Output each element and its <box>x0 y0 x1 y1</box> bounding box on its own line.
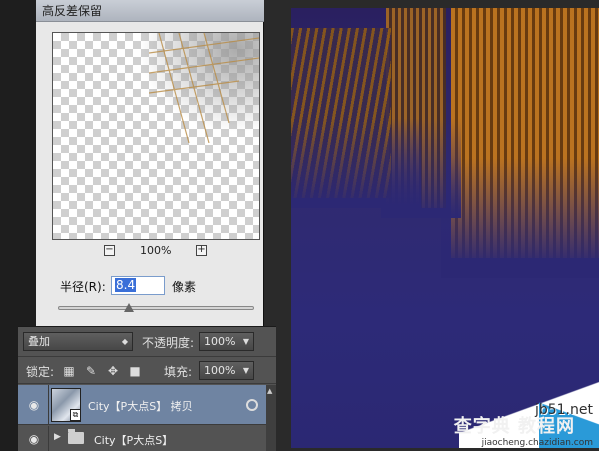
zoom-value: 100% <box>140 244 172 257</box>
eye-icon[interactable]: ◉ <box>26 431 42 447</box>
layers-panel: 叠加 ◆ 不透明度: 100% ▼ 锁定: ▦ ✎ ✥ ■ 填充: 100% ▼… <box>18 326 276 451</box>
layer-thumbnail: ⧉ <box>51 388 81 422</box>
blend-mode-value: 叠加 <box>28 335 50 348</box>
layer-name[interactable]: City【P大点S】 拷贝 <box>88 398 193 414</box>
lock-transparent-pixels-icon[interactable]: ▦ <box>62 364 76 378</box>
expand-arrow-icon[interactable]: ▶ <box>54 432 61 442</box>
opacity-field[interactable]: 100% ▼ <box>199 332 254 351</box>
photoshop-workspace: 高反差保留 − 100% + 半径(R): 8.4 像素 叠加 ◆ 不透明度: … <box>0 0 599 451</box>
divider <box>48 385 49 424</box>
zoom-in-button[interactable]: + <box>196 245 207 256</box>
folder-icon <box>68 429 84 444</box>
layer-group-row[interactable]: ◉ ▶ City【P大点S】 <box>18 426 266 451</box>
radius-label: 半径(R): <box>60 280 106 294</box>
dialog-title: 高反差保留 <box>42 4 103 18</box>
layers-scrollbar[interactable]: ▲ <box>266 385 276 451</box>
radius-slider-thumb[interactable] <box>124 303 134 312</box>
smart-filter-icon[interactable] <box>246 399 258 411</box>
building-fade <box>291 118 421 208</box>
high-pass-dialog: 高反差保留 − 100% + 半径(R): 8.4 像素 <box>36 0 264 326</box>
chevron-down-icon[interactable]: ▼ <box>243 362 249 379</box>
scroll-up-icon[interactable]: ▲ <box>267 387 272 395</box>
dialog-titlebar[interactable]: 高反差保留 <box>36 0 264 22</box>
smart-object-icon: ⧉ <box>70 409 81 421</box>
eye-icon[interactable]: ◉ <box>26 397 42 413</box>
dropdown-arrow-icon: ◆ <box>121 337 128 346</box>
preview-building-lines <box>149 33 259 143</box>
filter-preview[interactable] <box>52 32 260 240</box>
divider <box>48 426 49 451</box>
zoom-out-button[interactable]: − <box>104 245 115 256</box>
unit-label: 像素 <box>172 280 197 294</box>
lock-all-icon[interactable]: ■ <box>128 364 142 378</box>
opacity-label: 不透明度: <box>142 336 195 350</box>
lock-position-icon[interactable]: ✥ <box>106 364 120 378</box>
lock-label: 锁定: <box>26 365 55 379</box>
blend-row: 叠加 ◆ 不透明度: 100% ▼ <box>18 327 276 357</box>
watermark-brand: 查字典 教程网 <box>453 416 575 437</box>
fill-value: 100% <box>204 364 236 377</box>
watermark-url: jiaocheng.chazidian.com <box>481 438 593 448</box>
building-fade <box>441 158 599 278</box>
zoom-controls: − 100% + <box>104 244 214 258</box>
document-canvas[interactable]: jb51.net 查字典 教程网 jiaocheng.chazidian.com <box>291 8 599 448</box>
layer-name[interactable]: City【P大点S】 <box>94 432 173 448</box>
blend-mode-dropdown[interactable]: 叠加 ◆ <box>23 332 133 351</box>
fill-field[interactable]: 100% ▼ <box>199 361 254 380</box>
radius-input[interactable]: 8.4 <box>111 276 165 295</box>
radius-slider-track[interactable] <box>58 306 254 310</box>
lock-row: 锁定: ▦ ✎ ✥ ■ 填充: 100% ▼ <box>18 358 276 384</box>
lock-image-pixels-icon[interactable]: ✎ <box>84 364 98 378</box>
chevron-down-icon[interactable]: ▼ <box>243 333 249 350</box>
fill-label: 填充: <box>164 365 193 379</box>
radius-value: 8.4 <box>115 278 137 292</box>
layer-row[interactable]: ◉ ⧉ City【P大点S】 拷贝 <box>18 385 266 425</box>
opacity-value: 100% <box>204 335 236 348</box>
